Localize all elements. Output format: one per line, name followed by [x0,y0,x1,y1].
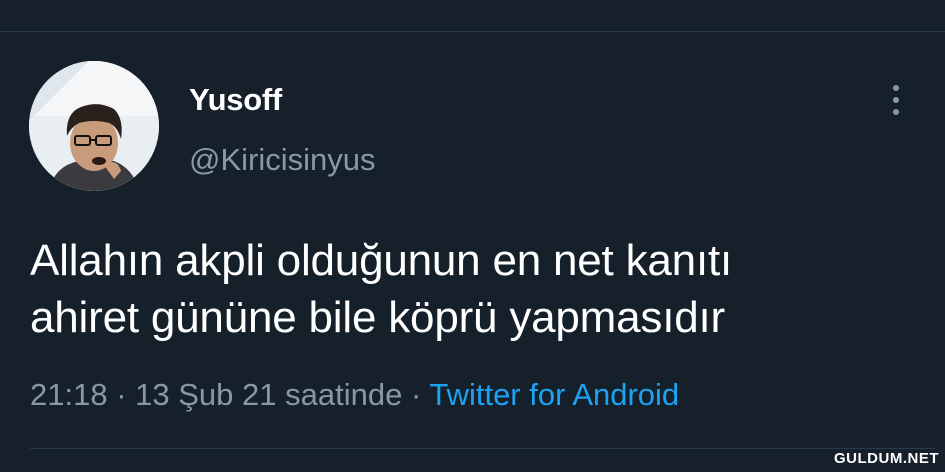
avatar[interactable] [29,61,159,191]
bottom-divider [30,448,935,449]
tweet-meta: 21:18 · 13 Şub 21 saatinde · Twitter for… [30,377,679,413]
meta-separator: · [116,377,127,412]
tweet-source-link[interactable]: Twitter for Android [429,377,679,412]
tweet-date[interactable]: 13 Şub 21 saatinde [135,377,402,412]
user-handle[interactable]: @Kiricisinyus [189,142,376,178]
more-dot [893,85,899,91]
meta-separator: · [410,377,422,412]
tweet-text: Allahın akpli olduğunun en net kanıtı ah… [30,232,920,346]
tweet-time[interactable]: 21:18 [30,377,108,412]
watermark: GULDUM.NET [834,450,939,467]
tweet-text-line: Allahın akpli olduğunun en net kanıtı [30,236,733,285]
top-divider [0,31,945,32]
more-dot [893,109,899,115]
avatar-photo [29,61,159,191]
more-vertical-icon[interactable] [884,83,908,117]
more-dot [893,97,899,103]
display-name[interactable]: Yusoff [189,82,282,118]
tweet-text-line: ahiret gününe bile köprü yapmasıdır [30,293,725,342]
